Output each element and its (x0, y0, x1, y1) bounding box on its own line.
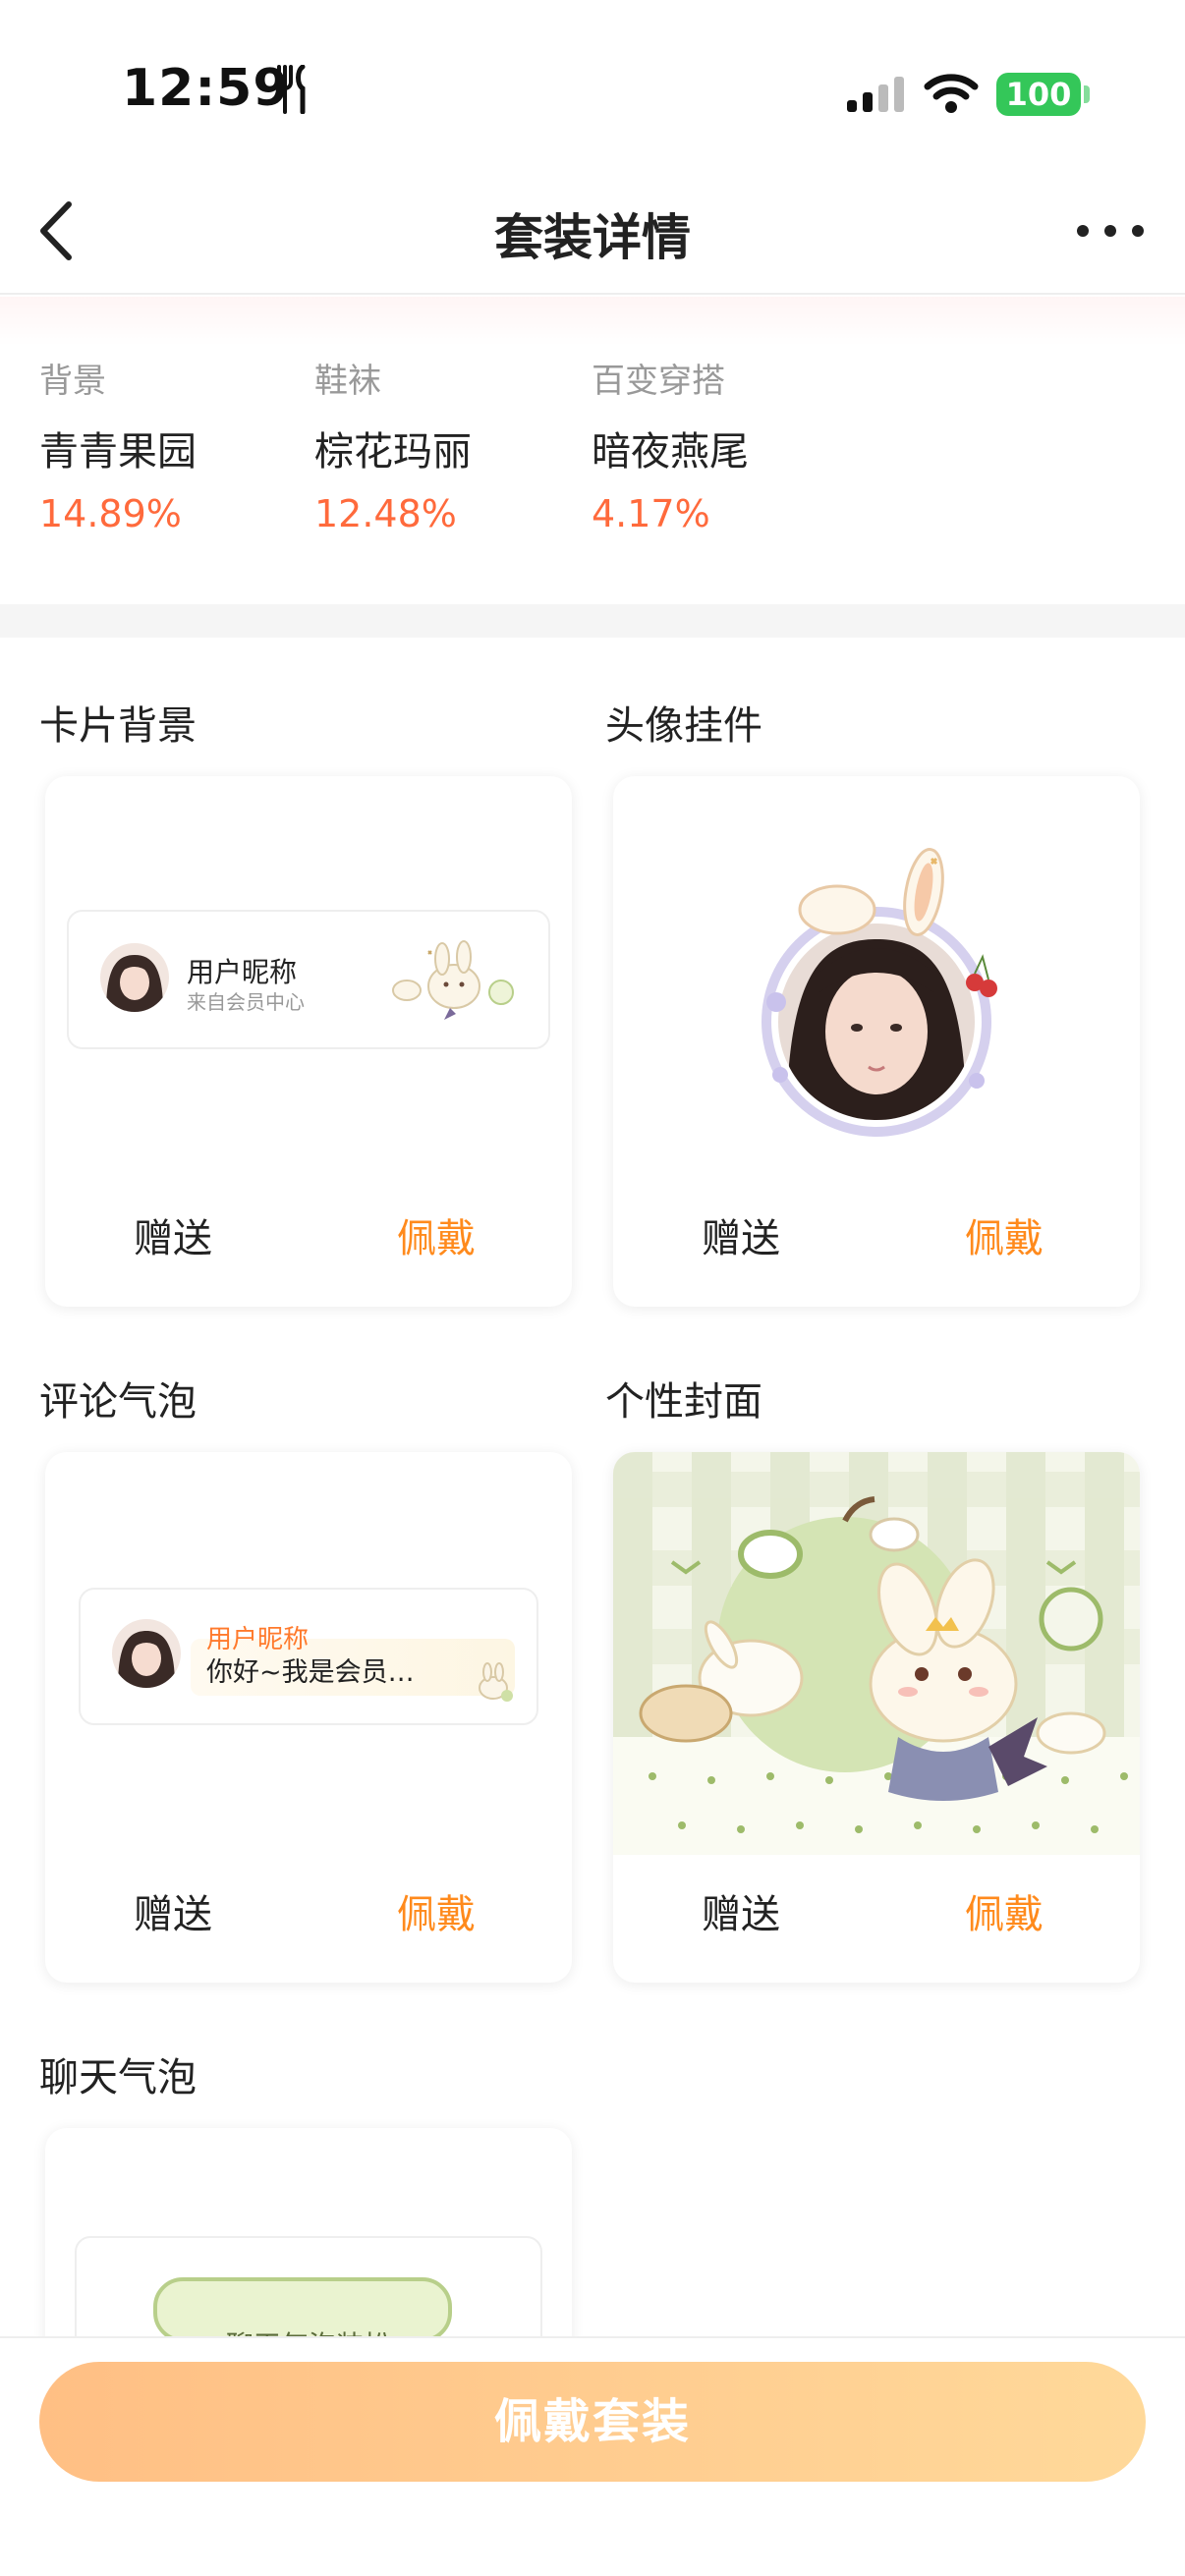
bottom-bar: 佩戴套装 (0, 2336, 1185, 2576)
header-fade (0, 297, 1185, 346)
preview-user-source: 来自会员中心 (187, 990, 305, 1014)
section-title-avatar-pendant: 头像挂件 (605, 703, 762, 749)
gift-button[interactable]: 赠送 (702, 1882, 780, 1939)
section-title-card-background: 卡片背景 (39, 703, 197, 749)
wear-button[interactable]: 佩戴 (965, 1206, 1044, 1263)
bunny-decoration-icon (479, 1662, 513, 1702)
status-bar: 12:59 100 (0, 0, 1185, 147)
popularity-item[interactable]: 百变穿搭 暗夜燕尾 4.17% (592, 354, 867, 535)
card-actions: 赠送 佩戴 (45, 1882, 572, 1941)
comment-bubble-card[interactable]: 用户昵称 你好~我是会员… 赠送 佩戴 (45, 1452, 572, 1983)
battery-tip (1084, 85, 1090, 103)
wear-button[interactable]: 佩戴 (965, 1882, 1044, 1939)
popularity-percent: 14.89% (39, 492, 182, 535)
card-actions: 赠送 佩戴 (613, 1882, 1140, 1941)
popularity-category: 百变穿搭 (592, 362, 725, 401)
cover-image (613, 1452, 1140, 1855)
more-dots-icon[interactable] (1071, 206, 1150, 255)
gift-button[interactable]: 赠送 (134, 1882, 212, 1939)
cover-card[interactable]: 赠送 佩戴 (613, 1452, 1140, 1983)
section-title-cover: 个性封面 (605, 1379, 762, 1425)
wear-button[interactable]: 佩戴 (397, 1206, 476, 1263)
popularity-name: 青青果园 (39, 429, 197, 475)
wifi-icon (924, 74, 979, 113)
card-background-card[interactable]: 用户昵称 来自会员中心 赠送 佩戴 (45, 776, 572, 1307)
gift-button[interactable]: 赠送 (702, 1206, 780, 1263)
popularity-percent: 12.48% (314, 492, 457, 535)
card-background-preview: 用户昵称 来自会员中心 (67, 910, 550, 1049)
popularity-item[interactable]: 背景 青青果园 14.89% (39, 354, 314, 535)
bunny-decoration-icon (392, 940, 514, 1020)
popularity-category: 背景 (39, 362, 106, 401)
popularity-name: 暗夜燕尾 (592, 429, 749, 475)
wear-button[interactable]: 佩戴 (397, 1882, 476, 1939)
dining-icon (277, 65, 306, 114)
gift-button[interactable]: 赠送 (134, 1206, 212, 1263)
card-actions: 赠送 佩戴 (613, 1206, 1140, 1265)
popularity-name: 棕花玛丽 (314, 429, 472, 475)
comment-bubble-preview: 用户昵称 你好~我是会员… (79, 1588, 538, 1725)
avatar (112, 1619, 181, 1688)
avatar-pendant-card[interactable]: 赠送 佩戴 (613, 776, 1140, 1307)
section-title-chat-bubble: 聊天气泡 (39, 2055, 197, 2100)
popularity-category: 鞋袜 (314, 362, 381, 401)
wear-suit-button[interactable]: 佩戴套装 (39, 2362, 1146, 2482)
section-divider (0, 604, 1185, 638)
avatar-pendant-image (762, 848, 997, 1137)
status-time: 12:59 (122, 59, 290, 118)
popularity-item[interactable]: 鞋袜 棕花玛丽 12.48% (314, 354, 590, 535)
preview-comment-text: 你好~我是会员… (206, 1657, 415, 1688)
signal-icon (847, 77, 904, 112)
preview-user-name: 用户昵称 (187, 956, 298, 988)
section-title-comment-bubble: 评论气泡 (39, 1379, 197, 1425)
card-actions: 赠送 佩戴 (45, 1206, 572, 1265)
nav-bar: 套装详情 (0, 167, 1185, 295)
page-title: 套装详情 (494, 209, 691, 266)
popularity-percent: 4.17% (592, 492, 710, 535)
battery-icon: 100 (996, 73, 1081, 116)
popularity-row: 背景 青青果园 14.89% 鞋袜 棕花玛丽 12.48% 百变穿搭 暗夜燕尾 … (39, 354, 1140, 540)
avatar (100, 943, 169, 1012)
